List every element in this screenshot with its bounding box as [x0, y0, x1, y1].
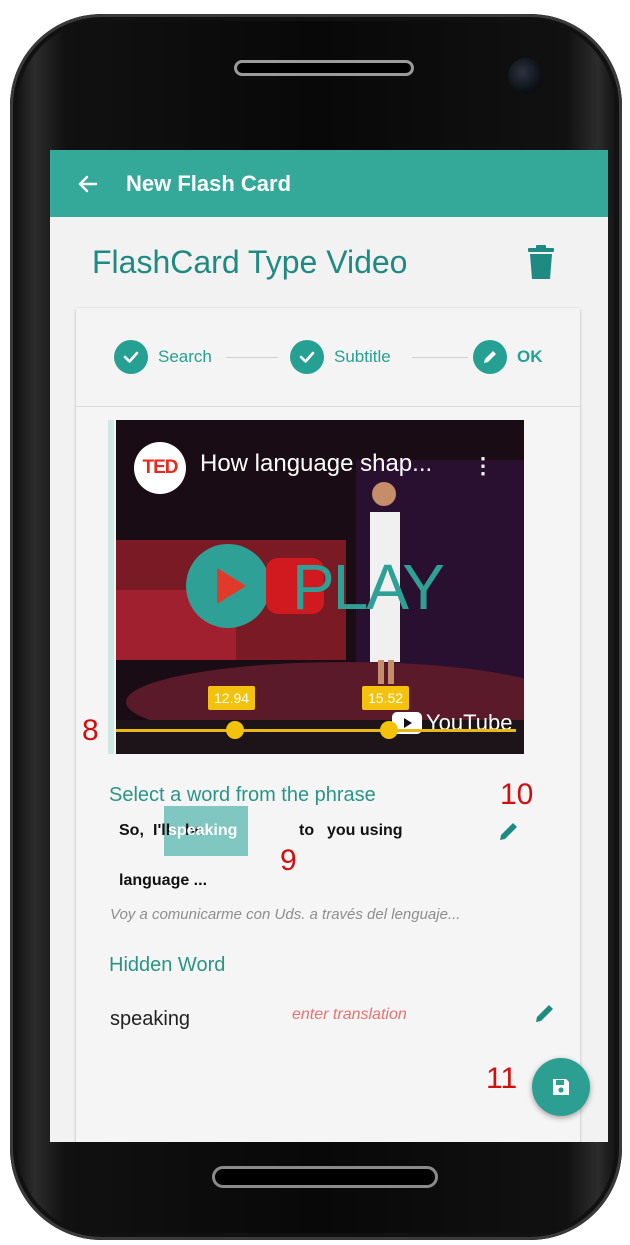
more-options-icon[interactable]: ⋮: [472, 453, 494, 479]
play-overlay-text[interactable]: PLAY: [292, 550, 445, 624]
save-button[interactable]: [532, 1058, 590, 1116]
range-start-label: 12.94: [208, 686, 256, 710]
translation-input[interactable]: enter translation: [292, 1006, 407, 1024]
step-connector: [226, 357, 278, 358]
hidden-word-label: Hidden Word: [109, 954, 226, 976]
range-end-label: 15.52: [362, 686, 410, 710]
trash-icon[interactable]: [528, 245, 554, 279]
app-bar-title: New Flash Card: [126, 170, 292, 196]
annotation-label: 8: [82, 714, 99, 747]
ted-channel-logo[interactable]: TED: [134, 442, 186, 494]
edit-translation-icon[interactable]: [534, 1002, 556, 1024]
phrase-word[interactable]: you using: [327, 822, 403, 840]
front-camera: [508, 58, 544, 94]
step-label: Search: [158, 347, 212, 366]
annotation-label: 9: [280, 844, 297, 877]
phrase-translation: Voy a comunicarme con Uds. a través del …: [110, 906, 461, 923]
edit-phrase-icon[interactable]: [498, 820, 520, 842]
stepper: Search Subtitle OK: [76, 308, 580, 407]
annotation-label: 11: [486, 1062, 518, 1095]
save-icon: [553, 1079, 569, 1095]
check-icon: [114, 340, 148, 374]
selected-word-label: speaking: [168, 822, 238, 839]
back-arrow-icon[interactable]: [78, 174, 98, 194]
step-search[interactable]: Search: [114, 340, 212, 374]
video-title: How language shap...: [200, 450, 433, 477]
range-start-thumb[interactable]: [226, 721, 244, 739]
video-player[interactable]: TED How language shap... ⋮ PLAY YouTube …: [116, 420, 524, 754]
phrase-line-2[interactable]: language ...: [119, 872, 207, 890]
youtube-wordmark: YouTube: [426, 710, 513, 735]
phrase-word[interactable]: to: [299, 822, 314, 840]
clip-range-track[interactable]: [116, 729, 516, 732]
page-title: FlashCard Type Video: [92, 244, 408, 280]
step-subtitle[interactable]: Subtitle: [290, 340, 391, 374]
check-icon: [290, 340, 324, 374]
youtube-logo[interactable]: YouTube: [392, 710, 512, 736]
hidden-word-value: speaking: [110, 1008, 191, 1030]
range-end-thumb[interactable]: [380, 721, 398, 739]
selection-strip: [108, 420, 114, 754]
phrase-word[interactable]: So,: [119, 822, 144, 840]
phrase-section-label: Select a word from the phrase: [109, 784, 376, 806]
step-ok[interactable]: OK: [473, 340, 543, 374]
earpiece-speaker: [234, 60, 414, 76]
app-bar: New Flash Card: [50, 150, 608, 217]
pencil-icon: [473, 340, 507, 374]
step-connector: [412, 357, 468, 358]
step-label: Subtitle: [334, 347, 391, 366]
home-button[interactable]: [212, 1166, 438, 1188]
step-label: OK: [517, 347, 543, 366]
annotation-label: 10: [500, 778, 534, 811]
